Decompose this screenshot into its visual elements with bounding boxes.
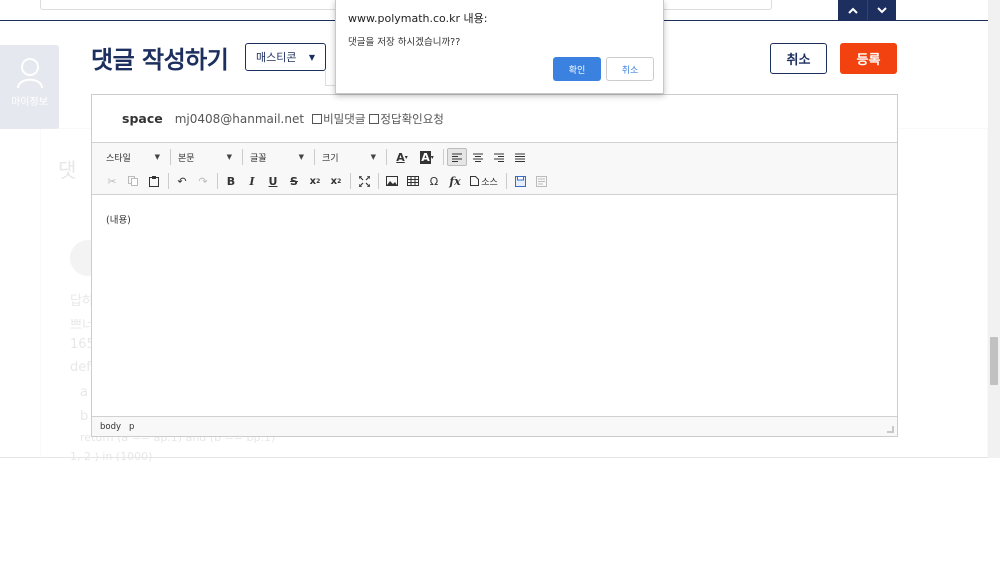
separator: [242, 149, 243, 165]
secret-comment-label: 비밀댓글: [323, 111, 366, 126]
subscript-icon[interactable]: x2: [305, 172, 325, 190]
bold-icon[interactable]: B: [221, 172, 241, 190]
checkbox-box[interactable]: [369, 113, 380, 124]
scrollbar-thumb[interactable]: [990, 337, 998, 385]
dialog-message: 댓글을 저장 하시겠습니까??: [348, 37, 461, 48]
align-left-icon[interactable]: [447, 148, 467, 166]
my-info-button[interactable]: 마이정보: [0, 45, 59, 129]
separator: [350, 173, 351, 189]
save-icon[interactable]: [510, 172, 530, 190]
table-icon[interactable]: [403, 172, 423, 190]
background-line: a: [80, 385, 88, 400]
align-right-icon[interactable]: [489, 148, 509, 166]
separator: [314, 149, 315, 165]
separator: [443, 149, 444, 165]
cut-icon[interactable]: ✂: [102, 172, 122, 190]
caret-down-icon: ▼: [308, 52, 315, 62]
font-combo-label: 글꼴: [250, 153, 267, 164]
separator: [170, 149, 171, 165]
background-color-icon[interactable]: A ▾: [415, 148, 439, 166]
comment-editor: space mj0408@hanmail.net 비밀댓글 정답확인요청 스타일…: [91, 94, 898, 437]
italic-icon[interactable]: I: [242, 172, 262, 190]
caret-down-icon: ▼: [154, 153, 160, 161]
font-combo[interactable]: 글꼴 ▼: [246, 148, 308, 166]
page-scrollbar[interactable]: [988, 0, 1000, 458]
size-combo-label: 크기: [322, 153, 339, 164]
separator: [217, 173, 218, 189]
source-button[interactable]: 소스: [466, 172, 502, 190]
author-email: mj0408@hanmail.net: [174, 111, 305, 126]
caret-down-icon: ▼: [370, 153, 376, 161]
confirm-dialog: www.polymath.co.kr 내용: 댓글을 저장 하시겠습니까?? 확…: [335, 0, 664, 94]
checkbox-box[interactable]: [312, 113, 323, 124]
background-line: b: [80, 409, 89, 424]
chevron-down-icon[interactable]: [867, 0, 896, 20]
resize-handle[interactable]: [887, 426, 894, 433]
separator: [168, 173, 169, 189]
chevron-up-icon[interactable]: [838, 0, 867, 20]
paste-icon[interactable]: [144, 172, 164, 190]
strikethrough-icon[interactable]: S: [284, 172, 304, 190]
underline-icon[interactable]: U: [263, 172, 283, 190]
editor-status-bar: body p: [92, 416, 897, 436]
dialog-title: www.polymath.co.kr 내용:: [348, 12, 488, 25]
text-color-icon[interactable]: A ▾: [390, 148, 414, 166]
answer-check-checkbox[interactable]: 정답확인요청: [369, 111, 444, 127]
undo-icon[interactable]: ↶: [172, 172, 192, 190]
image-icon[interactable]: [382, 172, 402, 190]
separator: [378, 173, 379, 189]
redo-icon[interactable]: ↷: [193, 172, 213, 190]
style-combo[interactable]: 스타일 ▼: [102, 148, 164, 166]
separator: [506, 173, 507, 189]
formula-icon[interactable]: fx: [445, 172, 465, 190]
source-label: 소스: [481, 177, 498, 188]
align-center-icon[interactable]: [468, 148, 488, 166]
maximize-icon[interactable]: [354, 172, 374, 190]
align-justify-icon[interactable]: [510, 148, 530, 166]
superscript-icon[interactable]: x2: [326, 172, 346, 190]
format-combo-label: 본문: [178, 153, 195, 164]
caret-down-icon: ▼: [298, 153, 304, 161]
separator: [386, 149, 387, 165]
element-path-body[interactable]: body: [100, 422, 121, 432]
editor-toolbar: 스타일 ▼ 본문 ▼ 글꼴 ▼ 크기 ▼ A ▾ A ▾ ✂ ↶ ↷ B I U…: [92, 142, 897, 195]
page-nav-buttons: [838, 0, 896, 20]
special-character-icon[interactable]: Ω: [424, 172, 444, 190]
format-combo[interactable]: 본문 ▼: [174, 148, 236, 166]
caret-down-icon: ▼: [226, 153, 232, 161]
emoticon-label: 매스티콘: [256, 51, 297, 64]
template-icon[interactable]: [531, 172, 551, 190]
size-combo[interactable]: 크기 ▼: [318, 148, 380, 166]
toolbar-row-2: ✂ ↶ ↷ B I U S x2 x2 Ω fx 소스: [102, 171, 552, 191]
source-icon: [470, 176, 480, 186]
toolbar-row-1: 스타일 ▼ 본문 ▼ 글꼴 ▼ 크기 ▼ A ▾ A ▾: [102, 147, 531, 167]
answer-check-label: 정답확인요청: [380, 111, 444, 126]
background-divider: [0, 457, 988, 458]
editor-content-text: (내용): [106, 215, 131, 226]
dialog-cancel-button[interactable]: 취소: [606, 57, 654, 81]
background-heading: 댓: [58, 158, 77, 182]
register-button[interactable]: 등록: [840, 43, 897, 74]
author-name: space: [122, 111, 163, 126]
style-combo-label: 스타일: [106, 153, 131, 164]
cancel-button[interactable]: 취소: [770, 43, 827, 74]
background-line: def: [70, 360, 91, 375]
element-path-p[interactable]: p: [129, 422, 134, 432]
author-row: space mj0408@hanmail.net 비밀댓글 정답확인요청: [92, 95, 897, 142]
user-icon: [16, 58, 43, 89]
my-info-label: 마이정보: [11, 97, 48, 108]
dialog-ok-button[interactable]: 확인: [553, 57, 601, 81]
page-title: 댓글 작성하기: [91, 46, 229, 74]
editor-content-area[interactable]: (내용): [92, 196, 897, 415]
emoticon-dropdown[interactable]: 매스티콘 ▼: [245, 43, 326, 71]
secret-comment-checkbox[interactable]: 비밀댓글: [312, 111, 365, 127]
copy-icon[interactable]: [123, 172, 143, 190]
